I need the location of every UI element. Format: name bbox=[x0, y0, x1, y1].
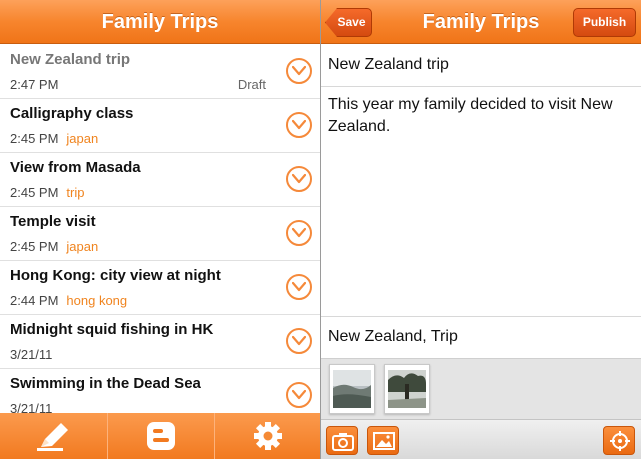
post-title: View from Masada bbox=[10, 159, 141, 176]
location-icon bbox=[610, 431, 630, 451]
post-tag: japan bbox=[66, 239, 99, 254]
chevron-down-icon[interactable] bbox=[286, 328, 312, 354]
post-title: Swimming in the Dead Sea bbox=[10, 375, 201, 392]
blogger-icon bbox=[147, 422, 175, 450]
post-status: Draft bbox=[237, 77, 266, 92]
post-time: 3/21/11 bbox=[10, 401, 53, 413]
editor-pane: Family Trips Save Publish New Zealand tr… bbox=[321, 0, 641, 459]
list-title-bar: Family Trips bbox=[0, 0, 320, 44]
camera-icon bbox=[332, 433, 354, 451]
post-title-field[interactable]: New Zealand trip bbox=[321, 45, 641, 87]
pencil-icon bbox=[37, 423, 68, 451]
post-title: Hong Kong: city view at night bbox=[10, 267, 221, 284]
post-meta: 2:45 PM japan bbox=[10, 239, 98, 254]
gear-icon bbox=[254, 422, 282, 450]
post-list[interactable]: New Zealand trip 2:47 PM Draft Calligraphy … bbox=[0, 45, 320, 413]
chevron-down-icon[interactable] bbox=[286, 274, 312, 300]
post-title: Midnight squid fishing in HK bbox=[10, 321, 214, 338]
chevron-down-icon[interactable] bbox=[286, 112, 312, 138]
camera-button[interactable] bbox=[326, 426, 358, 455]
post-time: 2:45 PM bbox=[10, 185, 59, 200]
publish-button[interactable]: Publish bbox=[573, 8, 636, 37]
post-time: 2:45 PM bbox=[10, 131, 59, 146]
editor-title-bar: Family Trips Save Publish bbox=[321, 0, 641, 44]
bottom-tab-bar bbox=[0, 413, 320, 459]
post-meta: 2:47 PM bbox=[10, 77, 58, 92]
post-list-item[interactable]: Swimming in the Dead Sea 3/21/11 bbox=[0, 369, 320, 413]
post-meta: 2:45 PM japan bbox=[10, 131, 98, 146]
chevron-down-icon[interactable] bbox=[286, 166, 312, 192]
photo-thumbnail[interactable] bbox=[384, 364, 430, 414]
post-list-pane: Family Trips New Zealand trip 2:47 PM Draf… bbox=[0, 0, 320, 459]
post-list-item[interactable]: Temple visit 2:45 PM japan bbox=[0, 207, 320, 261]
post-list-item[interactable]: Midnight squid fishing in HK 3/21/11 bbox=[0, 315, 320, 369]
post-tag: japan bbox=[66, 131, 99, 146]
post-meta: 2:45 PM trip bbox=[10, 185, 84, 200]
tab-blogger[interactable] bbox=[107, 413, 213, 459]
post-tag: hong kong bbox=[66, 293, 128, 308]
chevron-down-icon[interactable] bbox=[286, 220, 312, 246]
image-icon bbox=[373, 432, 395, 450]
post-meta: 3/21/11 bbox=[10, 401, 52, 413]
tab-compose[interactable] bbox=[0, 413, 106, 459]
attachment-strip bbox=[321, 358, 641, 419]
post-time: 2:44 PM bbox=[10, 293, 59, 308]
post-title: Temple visit bbox=[10, 213, 96, 230]
editor-toolbar bbox=[321, 419, 641, 459]
location-button[interactable] bbox=[603, 426, 635, 455]
photo-thumbnail[interactable] bbox=[329, 364, 375, 414]
tree-photo bbox=[388, 370, 426, 408]
post-tag: trip bbox=[66, 185, 85, 200]
post-meta: 2:44 PM hong kong bbox=[10, 293, 127, 308]
blog-title: Family Trips bbox=[101, 11, 219, 33]
post-list-item[interactable]: View from Masada 2:45 PM trip bbox=[0, 153, 320, 207]
landscape-photo bbox=[333, 370, 371, 408]
post-time: 2:45 PM bbox=[10, 239, 59, 254]
chevron-down-icon[interactable] bbox=[286, 382, 312, 408]
post-title: Calligraphy class bbox=[10, 105, 134, 122]
post-labels-field[interactable]: New Zealand, Trip bbox=[321, 317, 641, 358]
post-time: 3/21/11 bbox=[10, 347, 53, 362]
post-list-item[interactable]: Hong Kong: city view at night 2:44 PM hong… bbox=[0, 261, 320, 315]
photo-library-button[interactable] bbox=[367, 426, 399, 455]
post-list-item[interactable]: Calligraphy class 2:45 PM japan bbox=[0, 99, 320, 153]
post-title: New Zealand trip bbox=[10, 51, 131, 68]
tab-settings[interactable] bbox=[214, 413, 320, 459]
post-body-field[interactable]: This year my family decided to visit New… bbox=[321, 87, 641, 317]
chevron-down-icon[interactable] bbox=[286, 58, 312, 84]
post-meta: 3/21/11 bbox=[10, 347, 52, 362]
post-list-item[interactable]: New Zealand trip 2:47 PM Draft bbox=[0, 45, 320, 99]
post-time: 2:47 PM bbox=[10, 77, 59, 92]
